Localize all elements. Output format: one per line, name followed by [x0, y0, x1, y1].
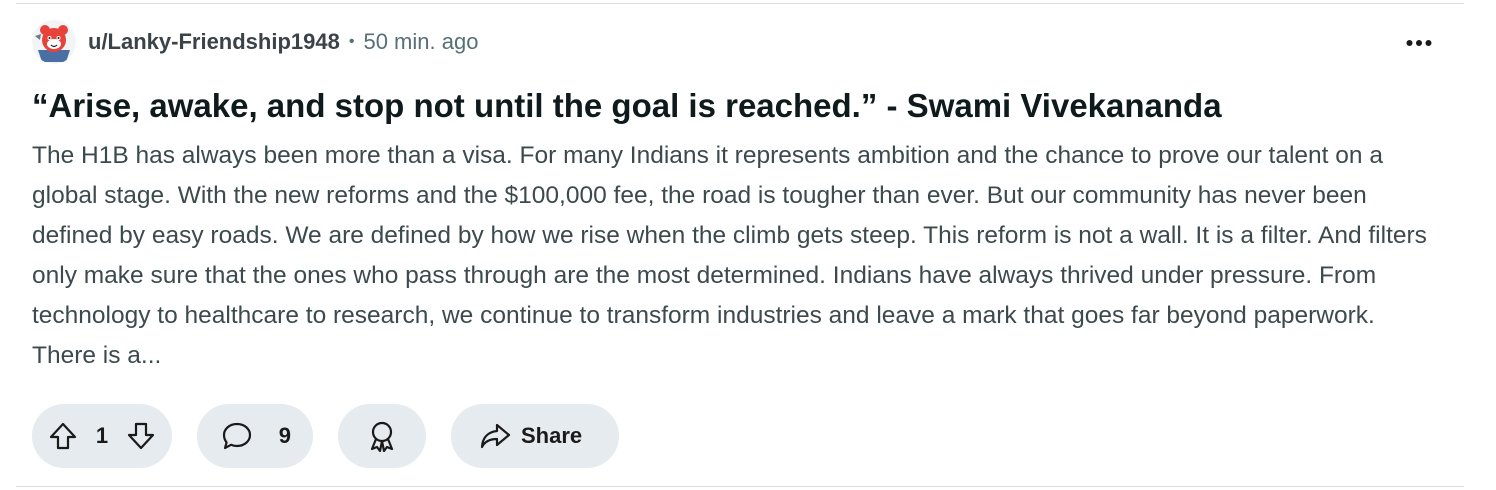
post-body[interactable]: The H1B has always been more than a visa… [32, 136, 1442, 376]
post-meta: u/Lanky-Friendship1948 • 50 min. ago [32, 16, 1442, 68]
comments-button[interactable]: 9 [197, 404, 313, 468]
more-options-button[interactable] [1402, 28, 1436, 58]
post-timestamp: 50 min. ago [363, 29, 479, 54]
avatar[interactable] [32, 20, 76, 64]
post-title[interactable]: “Arise, awake, and stop not until the go… [32, 84, 1442, 128]
upvote-button[interactable] [48, 421, 78, 451]
award-button[interactable] [338, 404, 426, 468]
downvote-arrow-icon [127, 422, 155, 450]
comment-bubble-icon [222, 422, 252, 450]
share-arrow-icon [480, 423, 511, 449]
more-horizontal-icon [1406, 40, 1432, 46]
downvote-button[interactable] [126, 421, 156, 451]
comment-count: 9 [278, 423, 291, 448]
post-card[interactable]: u/Lanky-Friendship1948 • 50 min. ago “Ar… [32, 16, 1442, 376]
award-ribbon-icon [370, 421, 394, 452]
top-divider [16, 3, 1464, 4]
vote-count: 1 [95, 423, 109, 448]
meta-separator: • [348, 33, 355, 50]
share-button[interactable]: Share [451, 404, 619, 468]
post-author[interactable]: u/Lanky-Friendship1948 [88, 29, 340, 55]
post-action-bar: 1 9 Share [32, 404, 619, 468]
bottom-divider [16, 486, 1464, 487]
upvote-arrow-icon [49, 422, 77, 450]
share-label: Share [521, 423, 583, 448]
vote-control: 1 [32, 404, 172, 468]
